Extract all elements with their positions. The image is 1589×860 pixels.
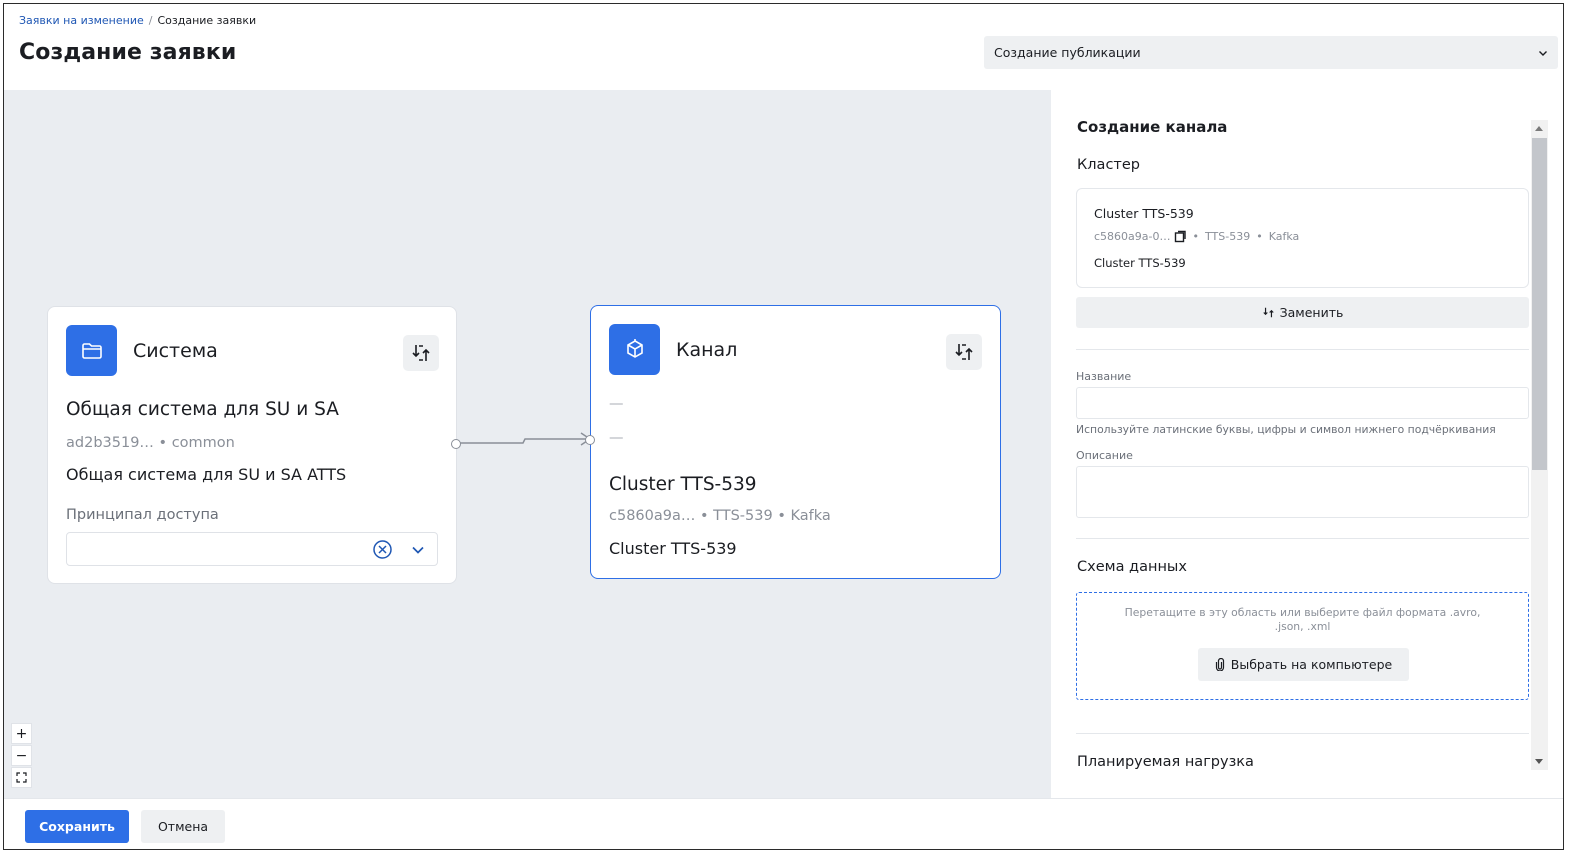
choose-file-label: Выбрать на компьютере [1230, 657, 1393, 672]
chevron-down-icon[interactable] [411, 543, 425, 557]
fit-view-icon [16, 772, 27, 783]
paperclip-icon [1215, 658, 1224, 671]
cluster-meta: c5860a9a-0… • TTS-539 • Kafka [1094, 230, 1300, 243]
panel-scrollbar[interactable] [1531, 120, 1548, 770]
schema-dropzone[interactable]: Перетащите в эту область или выберите фа… [1076, 592, 1529, 700]
breadcrumb-parent-link[interactable]: Заявки на изменение [19, 14, 144, 27]
channel-placeholder-1: — [609, 396, 624, 412]
cluster-type: Kafka [1268, 230, 1300, 243]
name-field-label: Название [1076, 370, 1132, 383]
principal-label: Принципал доступа [66, 507, 219, 523]
channel-node-header: Канал [609, 324, 737, 375]
page-header: Заявки на изменение / Создание заявки Созд… [4, 4, 1563, 90]
schema-section-label: Схема данных [1077, 559, 1187, 575]
description-field-label: Описание [1076, 449, 1133, 462]
load-section-label: Планируемая нагрузка [1077, 754, 1254, 770]
folder-icon [66, 325, 117, 376]
channel-description-input[interactable] [1076, 466, 1529, 518]
panel-title: Создание канала [1077, 118, 1228, 136]
channel-node-title: Канал [676, 338, 738, 361]
replace-cluster-button[interactable]: Заменить [1076, 297, 1529, 328]
app-window: Заявки на изменение / Создание заявки Созд… [3, 3, 1564, 850]
scroll-up-arrow[interactable] [1535, 126, 1543, 131]
replace-cluster-label: Заменить [1279, 305, 1344, 320]
channel-node[interactable]: Канал — — Cluster TTS-539 c5860a9a… • TT… [585, 305, 1001, 579]
copy-icon[interactable] [1174, 230, 1187, 243]
cluster-name: Cluster TTS-539 [1094, 206, 1194, 221]
dropzone-text: Перетащите в эту область или выберите фа… [1124, 606, 1481, 633]
system-description: Общая система для SU и SA ATTS [66, 465, 347, 484]
cluster-description: Cluster TTS-539 [1094, 256, 1186, 270]
cluster-section-label: Кластер [1077, 157, 1140, 173]
system-output-port[interactable] [451, 439, 461, 449]
name-field-hint: Используйте латинские буквы, цифры и сим… [1076, 423, 1496, 436]
system-meta: ad2b3519… • common [66, 435, 235, 451]
cluster-card: Cluster TTS-539 c5860a9a-0… • TTS-539 • … [1076, 188, 1529, 288]
breadcrumb-current: Создание заявки [157, 14, 257, 27]
channel-settings-panel: Создание канала Кластер Cluster TTS-539 … [1051, 90, 1563, 798]
flow-canvas[interactable]: Система Общая система для SU и SA ad2b35… [4, 90, 1051, 798]
swap-icon [955, 344, 973, 360]
principal-select[interactable] [66, 532, 438, 566]
breadcrumb-separator: / [148, 14, 153, 27]
channel-placeholder-2: — [609, 430, 624, 446]
section-divider [1076, 733, 1529, 734]
cluster-code: TTS-539 [1205, 230, 1251, 243]
breadcrumb: Заявки на изменение / Создание заявки [19, 14, 256, 27]
choose-file-button[interactable]: Выбрать на компьютере [1198, 648, 1409, 681]
clear-icon[interactable] [372, 539, 393, 560]
channel-cluster-name: Cluster TTS-539 [609, 474, 757, 495]
chevron-down-icon [1539, 50, 1547, 56]
cancel-button[interactable]: Отмена [141, 810, 225, 843]
swap-icon [1262, 307, 1274, 318]
system-node-header: Система [66, 325, 218, 376]
system-node[interactable]: Система Общая система для SU и SA ad2b35… [47, 306, 461, 584]
channel-cluster-meta: c5860a9a… • TTS-539 • Kafka [609, 508, 831, 524]
cube-icon [609, 324, 660, 375]
zoom-in-button[interactable]: + [11, 723, 32, 744]
zoom-out-button[interactable]: − [11, 745, 32, 766]
scroll-down-arrow[interactable] [1535, 759, 1543, 764]
request-type-select[interactable]: Создание публикации [984, 36, 1558, 69]
section-divider [1076, 349, 1529, 350]
channel-input-port[interactable] [585, 435, 595, 445]
system-name: Общая система для SU и SA [66, 399, 339, 420]
system-node-title: Система [133, 339, 218, 362]
request-type-value: Создание публикации [994, 45, 1141, 60]
channel-swap-button[interactable] [946, 334, 982, 370]
channel-cluster-description: Cluster TTS-539 [609, 539, 737, 558]
page-footer: Сохранить Отмена [4, 798, 1563, 849]
save-button[interactable]: Сохранить [25, 810, 129, 843]
swap-icon [412, 345, 430, 361]
cluster-id: c5860a9a-0… [1094, 230, 1171, 243]
page-title: Создание заявки [19, 40, 237, 65]
section-divider [1076, 538, 1529, 539]
system-swap-button[interactable] [403, 335, 439, 371]
fit-view-button[interactable] [11, 767, 32, 788]
scrollbar-thumb[interactable] [1532, 138, 1547, 470]
channel-name-input[interactable] [1076, 387, 1529, 419]
